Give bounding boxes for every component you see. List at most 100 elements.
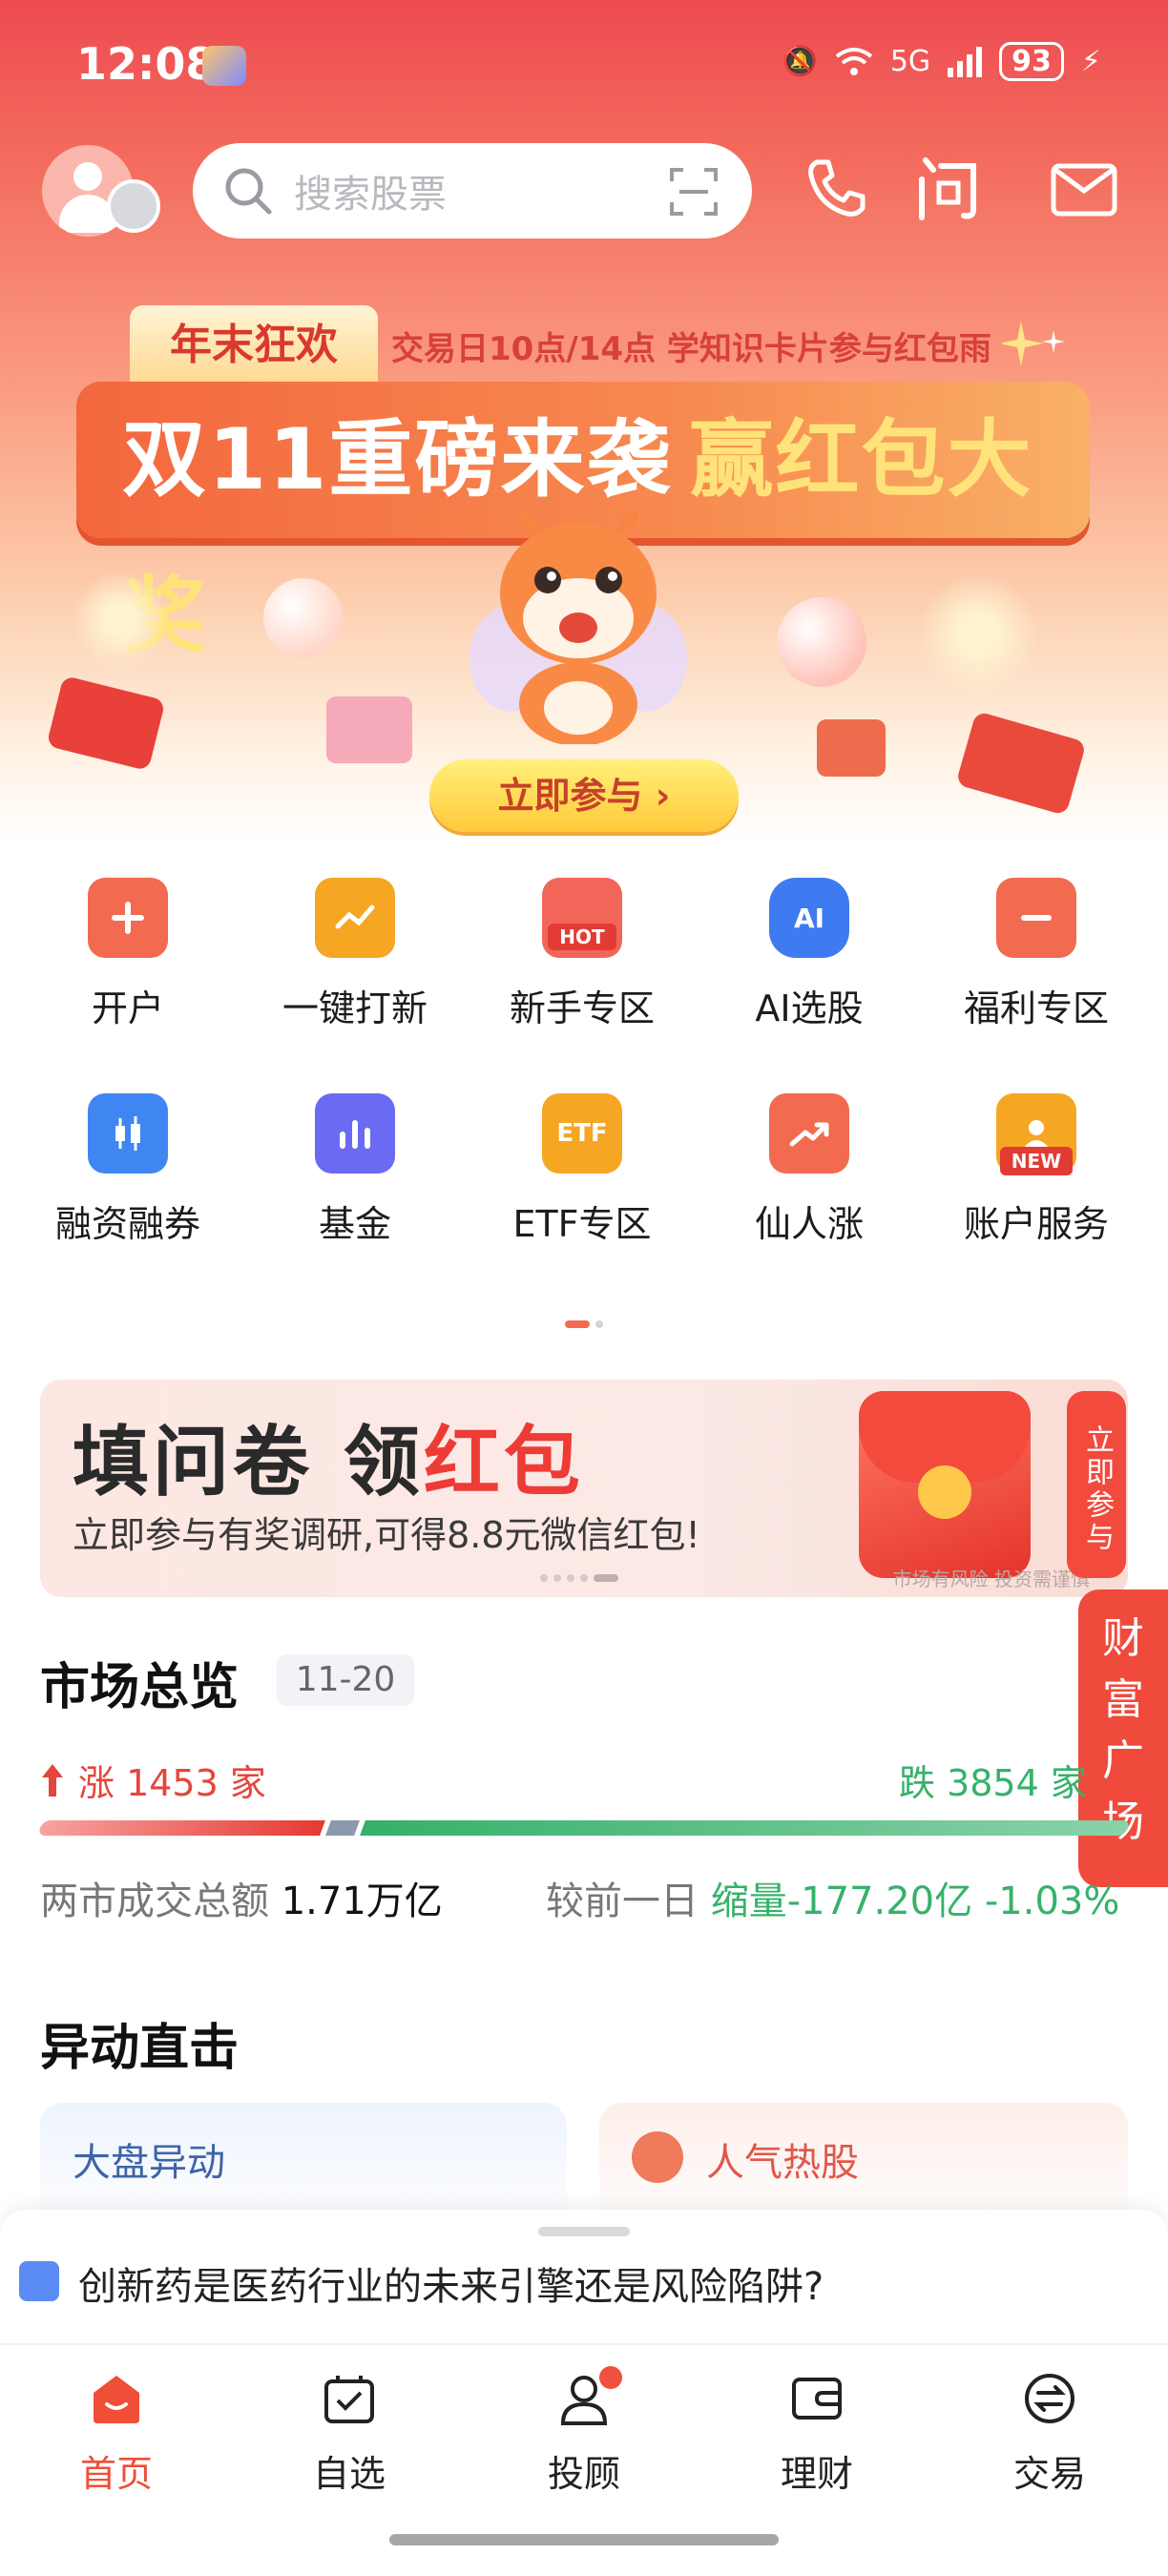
grid-item-margin[interactable]: 融资融券 bbox=[23, 1093, 233, 1247]
grid-item-xianrenzhang[interactable]: 仙人涨 bbox=[704, 1093, 914, 1247]
join-now-button[interactable]: 立即参与 › bbox=[429, 759, 739, 832]
banner-title-white: 双11重磅来袭 bbox=[122, 410, 673, 509]
wealth-square-tab[interactable]: 财富广场 bbox=[1078, 1589, 1168, 1887]
tab-label: 自选 bbox=[312, 2453, 386, 2495]
firework-left-decoration bbox=[63, 563, 177, 677]
charging-icon: ⚡ bbox=[1080, 45, 1101, 78]
new-badge: NEW bbox=[1000, 1147, 1073, 1175]
grid-label: 账户服务 bbox=[963, 1203, 1109, 1245]
compare-value: 缩量-177.20亿 bbox=[710, 1880, 973, 1923]
account-icon: NEW bbox=[996, 1093, 1076, 1175]
grid-item-etf[interactable]: ETF ETF专区 bbox=[477, 1093, 687, 1247]
mail-icon[interactable] bbox=[1048, 153, 1120, 225]
mute-bell-icon: 🔕 bbox=[782, 45, 818, 78]
survey-subtitle: 立即参与有奖调研,可得8.8元微信红包! bbox=[73, 1514, 700, 1556]
trade-icon bbox=[1025, 2374, 1074, 2423]
news-sheet[interactable]: 创新药是医药行业的未来引擎还是风险陷阱? bbox=[0, 2210, 1168, 2343]
turnover-label: 两市成交总额 bbox=[40, 1880, 269, 1923]
trend-card-icon bbox=[315, 878, 395, 958]
trend-chart-icon bbox=[19, 2261, 59, 2301]
tab-wealth[interactable]: 理财 bbox=[740, 2370, 893, 2497]
bubble-right-decoration bbox=[777, 597, 866, 687]
grid-label: 福利专区 bbox=[963, 987, 1109, 1029]
network-label: 5G bbox=[889, 45, 931, 78]
grid-label: 新手专区 bbox=[509, 987, 655, 1029]
plus-icon bbox=[88, 878, 168, 958]
game-mode-icon bbox=[202, 46, 246, 86]
tab-home[interactable]: 首页 bbox=[40, 2370, 193, 2497]
grid-label: 一键打新 bbox=[282, 987, 428, 1029]
candlestick-icon bbox=[88, 1093, 168, 1174]
search-input[interactable]: 搜索股票 bbox=[193, 143, 752, 239]
compare-label: 较前一日 bbox=[546, 1880, 699, 1923]
watchlist-icon bbox=[324, 2376, 374, 2423]
survey-join-button[interactable]: 立即参与 bbox=[1067, 1391, 1126, 1578]
grid-label: 融资融券 bbox=[54, 1203, 200, 1245]
tab-trade[interactable]: 交易 bbox=[973, 2370, 1126, 2497]
turnover-row: 两市成交总额 1.71万亿 bbox=[40, 1870, 443, 1925]
sparkle-icon bbox=[1002, 321, 1065, 366]
bull-mascot-icon bbox=[469, 511, 687, 744]
grid-item-newbie[interactable]: HOT 新手专区 bbox=[477, 878, 687, 1031]
rising-arrow-icon bbox=[769, 1093, 849, 1174]
gift-hot-icon: HOT bbox=[542, 878, 622, 958]
survey-title-red: 红包 bbox=[423, 1418, 584, 1506]
grid-pager bbox=[565, 1320, 603, 1328]
up-arrow-icon bbox=[42, 1763, 63, 1797]
market-date: 11-20 bbox=[277, 1654, 414, 1706]
grid-label: 仙人涨 bbox=[754, 1203, 864, 1245]
anomaly-title: 异动直击 bbox=[40, 2020, 240, 2077]
ai-badge: AI bbox=[793, 902, 825, 934]
grid-item-open-account[interactable]: 开户 bbox=[23, 878, 233, 1031]
tab-label: 投顾 bbox=[547, 2453, 620, 2495]
grid-item-fund[interactable]: 基金 bbox=[250, 1093, 460, 1247]
advancers-label: 涨 1453 家 bbox=[78, 1762, 266, 1804]
tab-watchlist[interactable]: 自选 bbox=[273, 2370, 426, 2497]
turnover-compare: 较前一日 缩量-177.20亿 -1.03% bbox=[546, 1870, 1119, 1925]
status-time: 12:08 bbox=[76, 38, 217, 90]
hot-stocks-label: 人气热股 bbox=[706, 2141, 859, 2185]
bar-chart-icon bbox=[315, 1093, 395, 1174]
compare-percent: -1.03% bbox=[984, 1880, 1120, 1923]
survey-pager bbox=[540, 1574, 618, 1582]
decliners-count: 跌 3854 家 bbox=[899, 1762, 1087, 1804]
tab-advisor[interactable]: 投顾 bbox=[508, 2366, 660, 2497]
grid-item-account-service[interactable]: NEW 账户服务 bbox=[931, 1093, 1141, 1247]
grid-label: ETF专区 bbox=[512, 1203, 652, 1245]
grid-item-welfare[interactable]: 福利专区 bbox=[931, 878, 1141, 1031]
phone-icon[interactable] bbox=[800, 153, 872, 225]
status-bar: 12:08 🔕 5G 93 ⚡ bbox=[0, 0, 1168, 134]
scan-icon[interactable] bbox=[670, 168, 718, 216]
level-badge-icon bbox=[107, 179, 160, 233]
risk-note: 市场有风险 投资需谨慎 bbox=[892, 1568, 1090, 1590]
gift-box-decoration bbox=[326, 696, 412, 763]
grid-item-ai-stock[interactable]: AI AI选股 bbox=[704, 878, 914, 1031]
ask-question-icon[interactable] bbox=[912, 153, 985, 225]
news-headline: 创新药是医药行业的未来引擎还是风险陷阱? bbox=[78, 2265, 824, 2309]
gift-box-right-decoration bbox=[817, 719, 886, 777]
search-placeholder: 搜索股票 bbox=[294, 173, 447, 217]
signal-icon bbox=[948, 46, 983, 77]
bubble-left-decoration bbox=[263, 578, 344, 658]
notification-dot bbox=[599, 2366, 622, 2389]
fire-icon bbox=[632, 2131, 683, 2183]
tab-label: 首页 bbox=[79, 2453, 153, 2495]
firework-right-decoration bbox=[907, 563, 1050, 706]
turnover-value: 1.71万亿 bbox=[281, 1880, 443, 1923]
banner-tag: 年末狂欢 bbox=[130, 305, 378, 385]
wifi-icon bbox=[835, 47, 873, 75]
home-indicator[interactable] bbox=[389, 2534, 779, 2545]
status-icons: 🔕 5G 93 ⚡ bbox=[782, 42, 1101, 81]
sheet-handle[interactable] bbox=[538, 2227, 630, 2236]
wealth-square-label: 财富广场 bbox=[1102, 1614, 1144, 1846]
search-icon bbox=[225, 168, 272, 215]
tab-label: 理财 bbox=[780, 2453, 853, 2495]
market-overview-title: 市场总览 bbox=[40, 1659, 240, 1716]
home-icon bbox=[94, 2376, 139, 2423]
gift-box-icon bbox=[996, 878, 1076, 958]
survey-banner[interactable]: 填问卷 领红包 立即参与有奖调研,可得8.8元微信红包! 市场有风险 投资需谨慎 bbox=[40, 1380, 1128, 1597]
etf-icon: ETF bbox=[542, 1093, 622, 1174]
survey-title: 填问卷 领红包 bbox=[73, 1401, 584, 1511]
grid-item-ipo[interactable]: 一键打新 bbox=[250, 878, 460, 1031]
hot-badge: HOT bbox=[548, 924, 616, 950]
